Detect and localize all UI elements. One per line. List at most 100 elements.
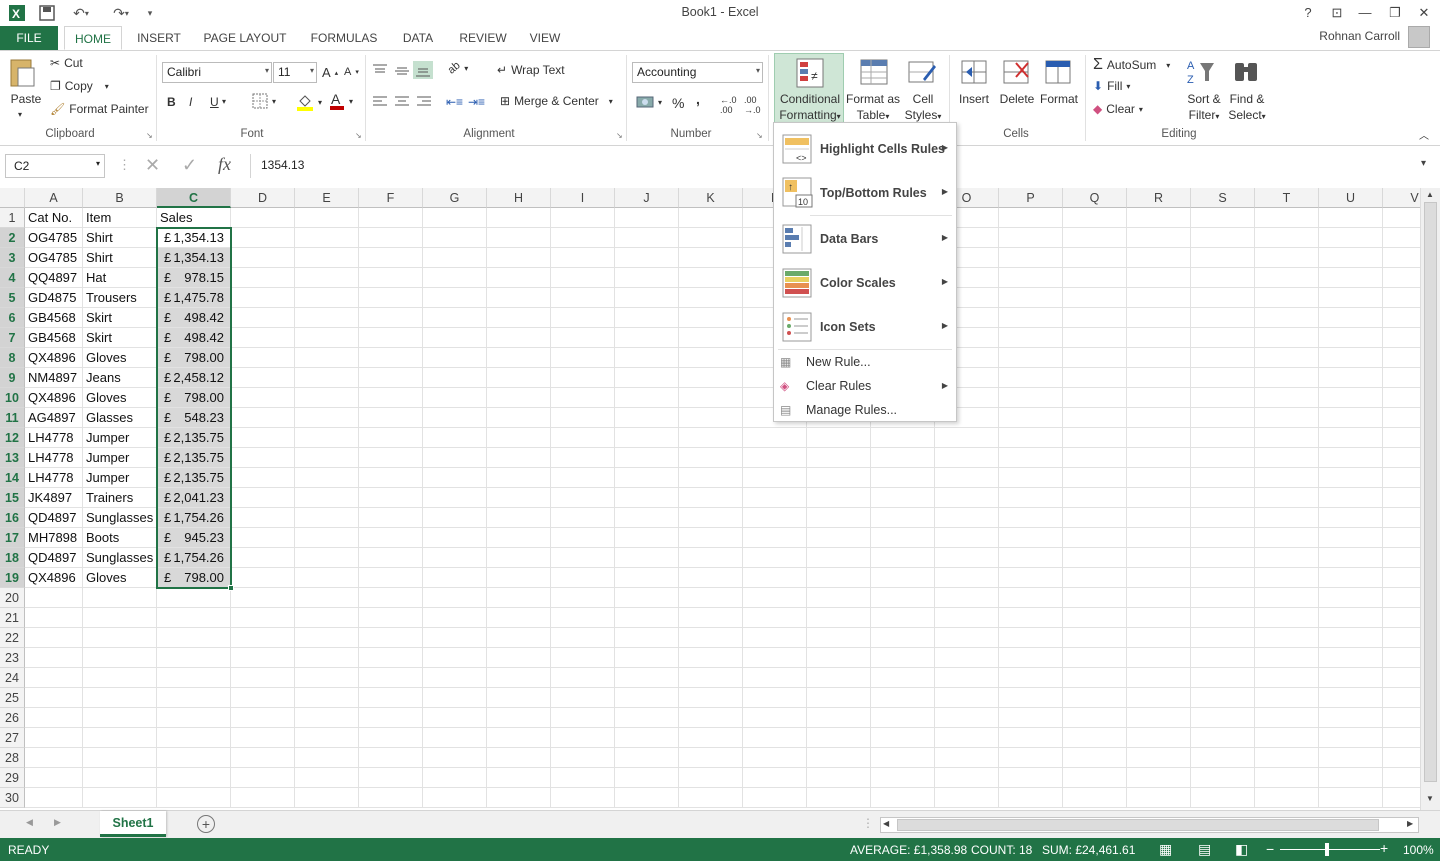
cat-no-cell[interactable]: NM4897 (25, 368, 83, 388)
cell[interactable] (1319, 368, 1383, 388)
cell[interactable] (231, 508, 295, 528)
sales-cell[interactable]: £1,354.13 (157, 248, 231, 268)
cell[interactable] (1191, 708, 1255, 728)
column-header-i[interactable]: I (551, 188, 615, 208)
cell[interactable] (231, 548, 295, 568)
orientation-icon[interactable]: ab ▾ (446, 59, 469, 76)
cell[interactable] (231, 348, 295, 368)
cell[interactable] (423, 368, 487, 388)
cell[interactable] (231, 288, 295, 308)
cell[interactable] (615, 628, 679, 648)
cell[interactable] (423, 668, 487, 688)
cell[interactable] (157, 648, 231, 668)
cell[interactable] (359, 488, 423, 508)
cell[interactable] (679, 748, 743, 768)
cell[interactable] (1319, 428, 1383, 448)
cell[interactable] (1319, 688, 1383, 708)
cell[interactable] (1319, 748, 1383, 768)
cell[interactable] (999, 248, 1063, 268)
cell[interactable] (999, 588, 1063, 608)
row-header[interactable]: 14 (0, 468, 25, 488)
cell[interactable] (157, 668, 231, 688)
cell[interactable] (487, 548, 551, 568)
row-header[interactable]: 3 (0, 248, 25, 268)
cell[interactable] (359, 768, 423, 788)
cell[interactable] (157, 708, 231, 728)
sales-cell[interactable]: £2,135.75 (157, 448, 231, 468)
cell[interactable] (1255, 368, 1319, 388)
cell[interactable] (1255, 428, 1319, 448)
cell[interactable] (1255, 468, 1319, 488)
cell[interactable] (1383, 348, 1420, 368)
cell[interactable] (551, 748, 615, 768)
cell[interactable] (807, 688, 871, 708)
cell[interactable] (487, 508, 551, 528)
cell[interactable] (359, 228, 423, 248)
cell[interactable] (423, 548, 487, 568)
sales-cell[interactable]: £498.42 (157, 328, 231, 348)
cell[interactable] (1191, 668, 1255, 688)
cell[interactable] (615, 308, 679, 328)
cell[interactable] (871, 728, 935, 748)
cancel-icon[interactable]: ✕ (145, 155, 160, 176)
cell[interactable] (423, 628, 487, 648)
cell[interactable] (871, 468, 935, 488)
cell[interactable] (999, 708, 1063, 728)
cell[interactable] (1383, 248, 1420, 268)
cell[interactable] (1191, 488, 1255, 508)
row-header[interactable]: 29 (0, 768, 25, 788)
column-header-d[interactable]: D (231, 188, 295, 208)
cell[interactable] (359, 408, 423, 428)
cell[interactable] (1255, 208, 1319, 228)
row-header[interactable]: 6 (0, 308, 25, 328)
cell[interactable] (231, 368, 295, 388)
menu-item-data-bars[interactable]: Data Bars ▶ (774, 219, 956, 261)
cell[interactable] (487, 448, 551, 468)
cell[interactable] (1319, 308, 1383, 328)
cell[interactable] (359, 368, 423, 388)
item-cell[interactable]: Shirt (83, 248, 157, 268)
cell[interactable] (615, 288, 679, 308)
cell[interactable] (487, 708, 551, 728)
sales-cell[interactable]: £1,754.26 (157, 548, 231, 568)
menu-item-manage-rules[interactable]: ▤ Manage Rules... (774, 399, 956, 423)
cell[interactable] (807, 568, 871, 588)
row-header[interactable]: 16 (0, 508, 25, 528)
sheet-tab-sheet1[interactable]: Sheet1 (100, 811, 166, 837)
format-button[interactable]: Format (1037, 91, 1081, 107)
cell[interactable] (295, 348, 359, 368)
cell[interactable] (1319, 288, 1383, 308)
cell[interactable] (231, 448, 295, 468)
cell[interactable] (1319, 588, 1383, 608)
cell[interactable] (743, 448, 807, 468)
cell[interactable] (679, 408, 743, 428)
column-header-g[interactable]: G (423, 188, 487, 208)
cell[interactable] (1255, 728, 1319, 748)
prev-sheet-icon[interactable]: ◀ (26, 817, 33, 828)
cell[interactable] (999, 288, 1063, 308)
cell[interactable] (999, 568, 1063, 588)
cell[interactable] (1191, 348, 1255, 368)
cell[interactable] (871, 708, 935, 728)
column-header-h[interactable]: H (487, 188, 551, 208)
conditional-formatting-button[interactable]: ≠ Conditional Formatting▾ (774, 53, 844, 123)
cell[interactable] (423, 588, 487, 608)
cell[interactable] (231, 488, 295, 508)
cell[interactable] (1383, 368, 1420, 388)
cat-no-cell[interactable]: QD4897 (25, 508, 83, 528)
cell[interactable] (679, 548, 743, 568)
cell[interactable] (359, 328, 423, 348)
underline-button[interactable]: U (210, 95, 219, 109)
cell[interactable] (423, 228, 487, 248)
cell[interactable] (1319, 608, 1383, 628)
cell[interactable] (1191, 528, 1255, 548)
cell[interactable] (615, 648, 679, 668)
cell[interactable] (679, 308, 743, 328)
menu-item-color-scales[interactable]: Color Scales ▶ (774, 263, 956, 305)
cell[interactable] (935, 548, 999, 568)
sales-cell[interactable]: £498.42 (157, 308, 231, 328)
cell[interactable] (807, 788, 871, 808)
tab-home[interactable]: HOME (64, 26, 122, 50)
cell[interactable] (551, 308, 615, 328)
cell[interactable] (1063, 288, 1127, 308)
